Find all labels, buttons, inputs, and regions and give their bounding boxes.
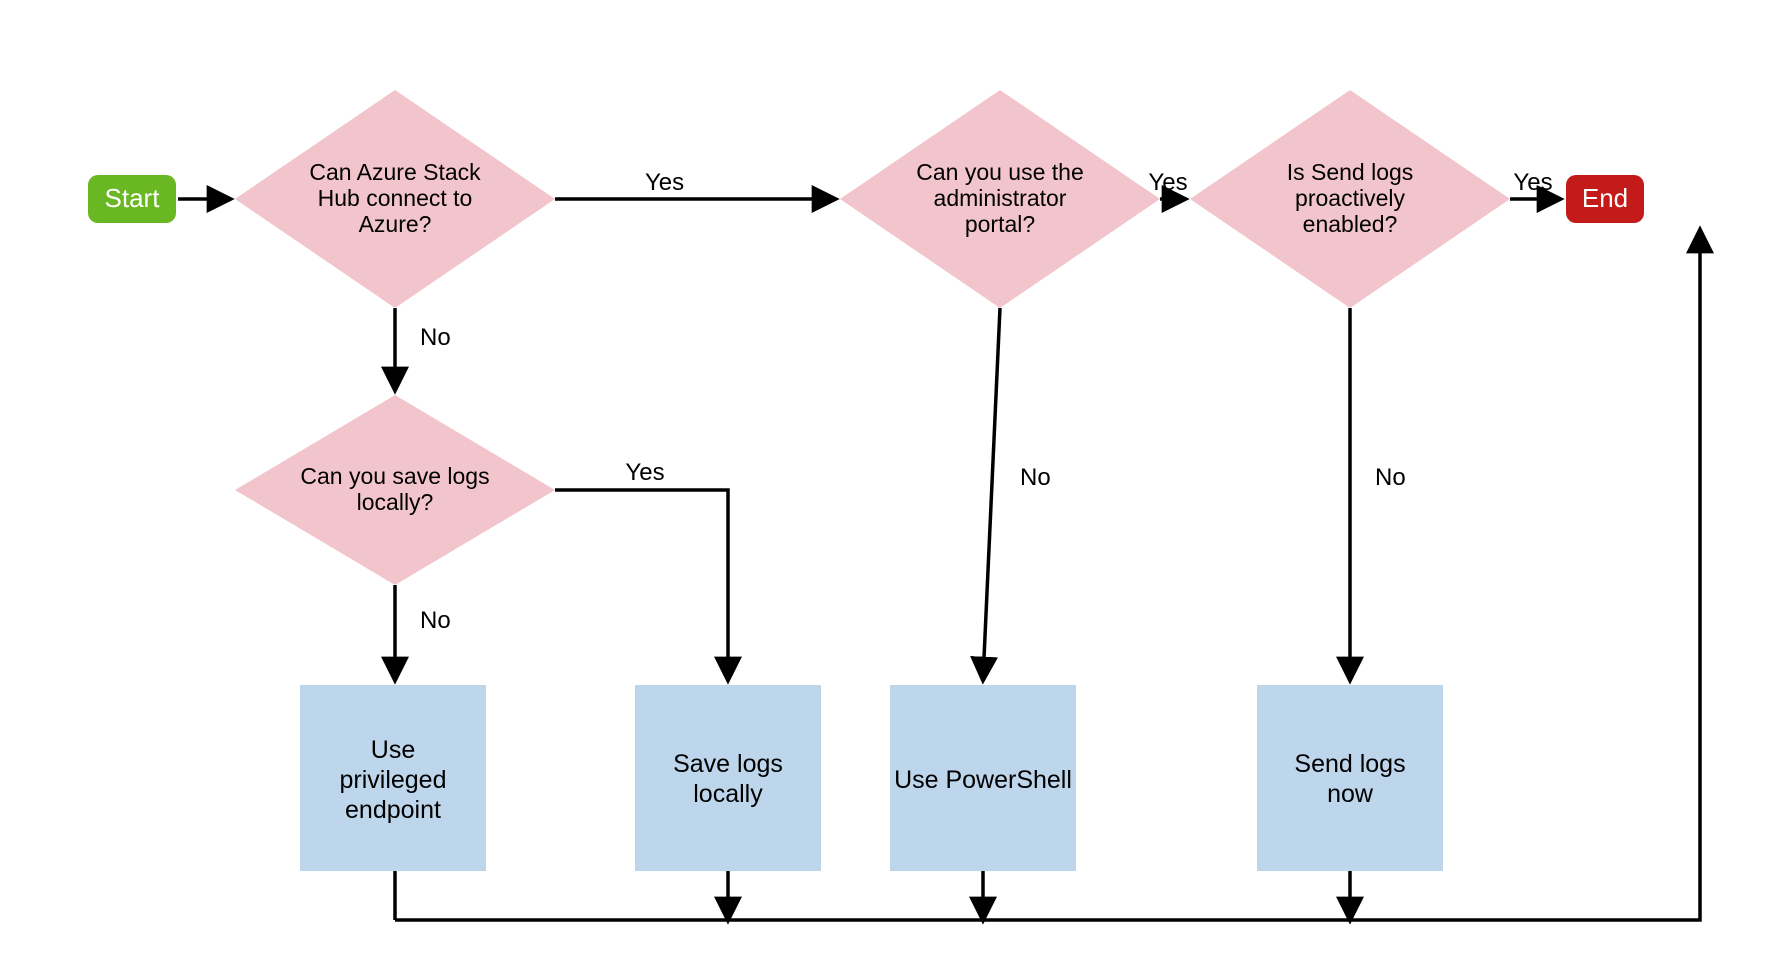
svg-text:Send logs: Send logs bbox=[1294, 750, 1405, 778]
svg-text:proactively: proactively bbox=[1295, 185, 1405, 211]
label-d4-no: No bbox=[420, 607, 451, 634]
svg-text:endpoint: endpoint bbox=[345, 796, 441, 824]
label-d2-no: No bbox=[1020, 464, 1051, 491]
svg-text:locally?: locally? bbox=[357, 489, 434, 515]
decision-admin-portal: Can you use the administrator portal? bbox=[840, 90, 1160, 308]
label-d3-no: No bbox=[1375, 464, 1406, 491]
process-powershell: Use PowerShell bbox=[890, 685, 1076, 871]
process-save-locally: Save logs locally bbox=[635, 685, 821, 871]
svg-text:enabled?: enabled? bbox=[1303, 211, 1398, 237]
svg-text:portal?: portal? bbox=[965, 211, 1035, 237]
svg-text:Azure?: Azure? bbox=[359, 211, 432, 237]
svg-text:Hub connect to: Hub connect to bbox=[318, 185, 473, 211]
end-label: End bbox=[1582, 183, 1628, 213]
svg-text:Is Send logs: Is Send logs bbox=[1287, 159, 1414, 185]
flowchart: Start End Can Azure Stack Hub connect to… bbox=[0, 0, 1782, 962]
decision-connect-azure: Can Azure Stack Hub connect to Azure? bbox=[235, 90, 555, 308]
svg-text:Use PowerShell: Use PowerShell bbox=[894, 766, 1072, 794]
process-privileged-endpoint: Use privileged endpoint bbox=[300, 685, 486, 871]
decision-send-proactive: Is Send logs proactively enabled? bbox=[1190, 90, 1510, 308]
svg-text:locally: locally bbox=[693, 780, 763, 808]
terminal-end: End bbox=[1566, 175, 1644, 223]
svg-text:Can you save logs: Can you save logs bbox=[300, 463, 489, 489]
svg-text:administrator: administrator bbox=[934, 185, 1067, 211]
label-d3-yes: Yes bbox=[1513, 169, 1552, 196]
edge-d2-no bbox=[983, 308, 1000, 680]
edge-d4-yes bbox=[555, 490, 728, 680]
decision-save-locally: Can you save logs locally? bbox=[235, 395, 555, 585]
label-d2-yes: Yes bbox=[1148, 169, 1187, 196]
process-send-now: Send logs now bbox=[1257, 685, 1443, 871]
label-d1-no: No bbox=[420, 324, 451, 351]
svg-text:Use: Use bbox=[371, 736, 415, 764]
svg-text:privileged: privileged bbox=[339, 766, 446, 794]
svg-text:now: now bbox=[1327, 780, 1374, 808]
svg-text:Save logs: Save logs bbox=[673, 750, 783, 778]
terminal-start: Start bbox=[88, 175, 176, 223]
svg-text:Can Azure Stack: Can Azure Stack bbox=[309, 159, 481, 185]
label-d1-yes: Yes bbox=[645, 169, 684, 196]
svg-text:Can you use the: Can you use the bbox=[916, 159, 1084, 185]
label-d4-yes: Yes bbox=[625, 459, 664, 486]
start-label: Start bbox=[105, 183, 161, 213]
